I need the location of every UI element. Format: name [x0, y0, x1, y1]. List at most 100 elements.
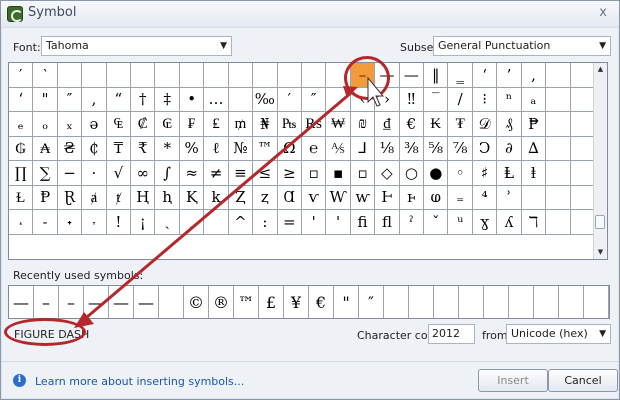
symbol-cell[interactable] — [228, 63, 254, 88]
recent-symbol-cell[interactable]: © — [184, 286, 209, 318]
symbol-cell[interactable]: 𝒟 — [472, 112, 498, 137]
symbol-cell[interactable]: ' — [301, 210, 327, 235]
symbol-cell[interactable]: “ — [106, 87, 132, 112]
recent-symbol-cell[interactable]: ® — [209, 286, 234, 318]
symbol-cell[interactable]: Ᵽ — [33, 185, 58, 210]
symbol-cell[interactable] — [228, 87, 254, 112]
symbol-cell[interactable]: ˇ — [424, 210, 449, 235]
symbol-cell[interactable]: ₭ — [424, 112, 449, 137]
symbol-cell[interactable]: ▫ — [350, 161, 376, 186]
symbol-cell[interactable]: ″ — [57, 87, 83, 112]
symbol-cell[interactable]: Ɑ — [277, 185, 302, 210]
recent-symbol-cell[interactable]: — — [84, 286, 109, 318]
symbol-cell[interactable]: ⱳ — [350, 185, 376, 210]
character-code-input[interactable]: 2012 — [428, 324, 475, 344]
symbol-cell[interactable]: / — [448, 87, 473, 112]
symbol-cell[interactable]: " — [33, 87, 58, 112]
symbol-cell[interactable] — [204, 210, 229, 235]
recent-symbol-cell[interactable]: " — [334, 286, 359, 318]
symbol-cell[interactable]: ○ — [399, 161, 425, 186]
symbol-cell[interactable]: Ω — [277, 136, 302, 161]
symbol-cell[interactable]: ⱡ — [521, 161, 547, 186]
symbol-cell[interactable]: ₌ — [448, 185, 473, 210]
symbol-cell[interactable]: ‵ — [33, 63, 58, 88]
scroll-up-icon[interactable]: ▲ — [594, 63, 607, 76]
symbol-cell[interactable]: ɣ — [472, 210, 498, 235]
symbol-cell[interactable]: ‾ — [424, 87, 449, 112]
symbol-cell[interactable]: ₣ — [179, 112, 205, 137]
symbol-cell[interactable]: ⱦ — [106, 185, 132, 210]
symbol-cell[interactable]: ₒ — [33, 112, 58, 137]
symbol-cell[interactable] — [253, 63, 278, 88]
symbol-cell[interactable] — [326, 87, 351, 112]
symbol-cell[interactable]: ˕ — [82, 210, 107, 235]
symbol-cell[interactable]: ℓ — [204, 136, 229, 161]
symbol-cell[interactable]: − — [57, 161, 83, 186]
recent-symbol-cell[interactable]: ¥ — [284, 286, 309, 318]
symbol-cell[interactable]: Ↄ — [472, 136, 498, 161]
symbol-cell[interactable]: ’ — [497, 63, 522, 88]
symbol-cell[interactable]: ≈ — [179, 161, 205, 186]
symbol-cell[interactable]: ﬁ — [350, 210, 376, 235]
recent-symbol-cell[interactable]: — — [109, 286, 134, 318]
symbol-cell[interactable]: ˀ — [399, 210, 425, 235]
symbol-cell[interactable]: ₱ — [521, 112, 547, 137]
grid-scrollbar[interactable]: ▲ ▼ — [593, 63, 607, 259]
symbol-cell[interactable]: ⁿ — [497, 87, 522, 112]
symbol-cell[interactable]: ⱥ — [82, 185, 107, 210]
symbol-cell[interactable]: ‗ — [448, 63, 473, 88]
recent-symbol-cell[interactable]: ™ — [234, 286, 259, 318]
symbol-cell[interactable] — [546, 161, 571, 186]
cancel-button[interactable]: Cancel — [548, 369, 618, 392]
symbol-cell[interactable]: ∫ — [155, 161, 180, 186]
symbol-cell[interactable] — [546, 136, 571, 161]
symbol-cell[interactable] — [521, 185, 547, 210]
symbol-cell[interactable]: ' — [326, 210, 351, 235]
symbol-cell[interactable] — [277, 63, 302, 88]
symbol-cell[interactable]: ‘ — [472, 63, 498, 88]
symbol-cell[interactable]: ≥ — [277, 161, 302, 186]
symbol-cell[interactable] — [82, 63, 107, 88]
symbol-cell[interactable]: — — [399, 63, 425, 88]
symbol-cell[interactable]: ‼ — [399, 87, 425, 112]
scroll-down-icon[interactable]: ▼ — [594, 246, 607, 259]
symbol-cell[interactable]: ₲ — [9, 136, 34, 161]
symbol-cell[interactable]: ∆ — [521, 136, 547, 161]
recent-symbol-cell[interactable] — [584, 286, 609, 318]
symbol-cell[interactable] — [179, 63, 205, 88]
recent-symbol-cell[interactable]: ″ — [359, 286, 384, 318]
symbol-cell[interactable]: ≠ — [204, 161, 229, 186]
symbol-cell[interactable]: ◇ — [375, 161, 400, 186]
recent-symbol-cell[interactable]: – — [34, 286, 59, 318]
symbol-cell[interactable] — [570, 161, 595, 186]
symbol-cell[interactable]: ₢ — [155, 112, 180, 137]
symbol-cell[interactable]: ˖ — [57, 210, 83, 235]
scroll-thumb[interactable] — [595, 215, 605, 229]
symbol-cell[interactable]: ₥ — [228, 112, 254, 137]
recent-symbol-cell[interactable] — [534, 286, 559, 318]
symbol-cell[interactable]: ₧ — [277, 112, 302, 137]
symbol-cell[interactable]: ⅍ — [326, 136, 351, 161]
subset-select[interactable]: General Punctuation ▼ — [433, 36, 611, 56]
symbol-cell[interactable]: ⱬ — [253, 185, 278, 210]
symbol-cell[interactable]: ≤ — [253, 161, 278, 186]
recent-symbol-cell[interactable]: £ — [259, 286, 284, 318]
symbol-cell[interactable] — [546, 87, 571, 112]
symbol-cell[interactable]: ₡ — [131, 112, 156, 137]
symbol-cell[interactable] — [131, 63, 156, 88]
symbol-cell[interactable]: ₳ — [33, 136, 58, 161]
recent-symbol-cell[interactable]: — — [134, 286, 159, 318]
symbol-cell[interactable] — [570, 210, 595, 235]
symbol-cell[interactable] — [57, 63, 83, 88]
recent-symbol-cell[interactable] — [434, 286, 459, 318]
symbol-cell[interactable]: Ɽ — [57, 185, 83, 210]
symbol-cell[interactable]: ^ — [228, 210, 254, 235]
symbol-cell[interactable]: % — [179, 136, 205, 161]
symbol-cell[interactable]: † — [131, 87, 156, 112]
symbol-cell[interactable]: ⱨ — [155, 185, 180, 210]
symbol-cell[interactable] — [546, 63, 571, 88]
symbol-cell[interactable]: ₫ — [375, 112, 400, 137]
symbol-cell[interactable]: • — [179, 87, 205, 112]
font-select[interactable]: Tahoma ▼ — [41, 36, 232, 56]
symbol-cell[interactable]: ′ — [277, 87, 302, 112]
